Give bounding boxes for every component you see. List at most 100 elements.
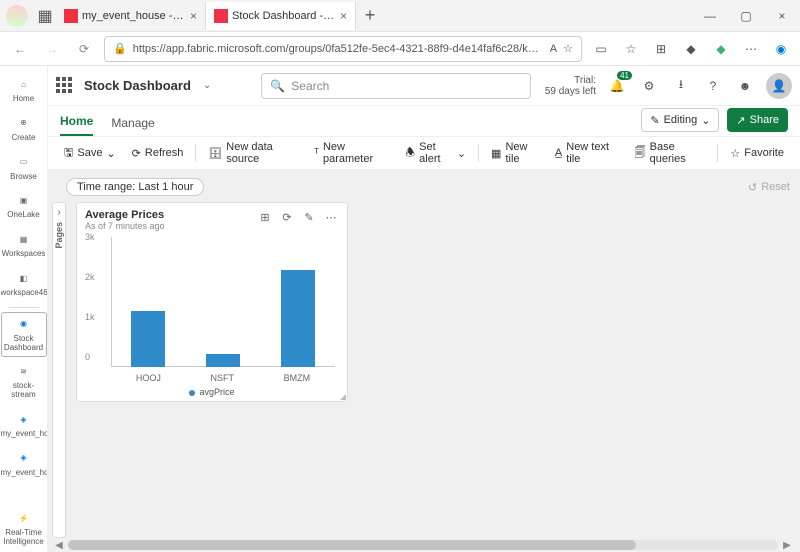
- share-icon: ↗: [736, 114, 745, 127]
- tab-home[interactable]: Home: [60, 114, 93, 136]
- scroll-right-icon[interactable]: ▶: [780, 540, 794, 551]
- browser-tab[interactable]: my_event_house - Real-Time Inte ×: [56, 2, 206, 30]
- bolt-icon: ⚡: [16, 511, 32, 527]
- favorite-button[interactable]: ☆Favorite: [724, 140, 790, 166]
- favorite-star-icon[interactable]: ☆: [563, 42, 573, 55]
- time-range-picker[interactable]: Time range: Last 1 hour: [66, 178, 204, 196]
- notifications-icon[interactable]: 🔔41: [606, 75, 628, 97]
- dashboard-grid[interactable]: Average Prices As of 7 minutes ago ⊞ ⟳ ✎…: [72, 202, 794, 538]
- nav-current-workspace[interactable]: ◧workspace46360677: [1, 266, 47, 303]
- nav-browse[interactable]: ▭Browse: [1, 150, 47, 187]
- nav-eventhouse-2[interactable]: ◈my_event_house: [1, 446, 47, 483]
- settings-gear-icon[interactable]: ⚙: [638, 75, 660, 97]
- profile-avatar[interactable]: [6, 5, 28, 27]
- refresh-icon[interactable]: ⟳: [72, 37, 96, 61]
- scroll-left-icon[interactable]: ◀: [52, 540, 66, 551]
- tab-manage[interactable]: Manage: [111, 116, 154, 136]
- explore-icon[interactable]: ⊞: [257, 209, 273, 225]
- copilot-icon[interactable]: ◉: [770, 38, 792, 60]
- extension-icon[interactable]: ◆: [710, 38, 732, 60]
- eventhouse-icon: ◈: [16, 451, 32, 467]
- command-bar: 🖫Save⌄ ⟳Refresh 🗄New data source ᵀNew pa…: [48, 136, 800, 170]
- bar-hooj[interactable]: [131, 311, 165, 367]
- new-tile-button[interactable]: ▦New tile: [485, 140, 545, 166]
- download-icon[interactable]: ⭳: [670, 75, 692, 97]
- forward-icon: →: [40, 37, 64, 61]
- home-icon: ⌂: [16, 77, 32, 93]
- ytick: 3k: [85, 232, 95, 242]
- browser-tab-active[interactable]: Stock Dashboard - Real-Time Inte ×: [206, 2, 356, 30]
- horizontal-scrollbar[interactable]: ◀ ▶: [52, 538, 794, 552]
- collections-icon[interactable]: ⊞: [650, 38, 672, 60]
- nav-stock-dashboard[interactable]: ◉Stock Dashboard: [1, 312, 47, 358]
- save-button[interactable]: 🖫Save⌄: [58, 140, 122, 166]
- pencil-icon: ✎: [650, 114, 659, 127]
- more-icon[interactable]: ⋯: [740, 38, 762, 60]
- window-close-icon[interactable]: ×: [764, 0, 800, 32]
- nav-workspaces[interactable]: ▦Workspaces: [1, 227, 47, 264]
- pages-panel-toggle[interactable]: › Pages: [52, 202, 66, 538]
- bar-bmzm[interactable]: [281, 270, 315, 368]
- tile-more-icon[interactable]: ⋯: [323, 209, 339, 225]
- new-text-tile-button[interactable]: A̲New text tile: [549, 140, 625, 166]
- favorites-icon[interactable]: ☆: [620, 38, 642, 60]
- stream-icon: ≋: [16, 364, 32, 380]
- search-input[interactable]: 🔍 Search: [261, 73, 531, 99]
- tab-title: my_event_house - Real-Time Inte: [82, 10, 186, 22]
- refresh-icon: ⟳: [132, 147, 141, 160]
- new-data-source-button[interactable]: 🗄New data source: [202, 140, 304, 166]
- tile-refresh-icon[interactable]: ⟳: [279, 209, 295, 225]
- tile-edit-icon[interactable]: ✎: [301, 209, 317, 225]
- nav-create[interactable]: ⊕Create: [1, 111, 47, 148]
- url-text: https://app.fabric.microsoft.com/groups/…: [133, 43, 544, 55]
- read-aloud-icon[interactable]: A: [550, 43, 557, 55]
- tab-actions-icon[interactable]: ▦: [34, 5, 56, 27]
- extension-icon[interactable]: ◆: [680, 38, 702, 60]
- tabs-overview-icon[interactable]: ▭: [590, 38, 612, 60]
- tile-header: Average Prices As of 7 minutes ago ⊞ ⟳ ✎…: [85, 209, 339, 231]
- favicon-icon: [64, 9, 78, 23]
- ytick: 2k: [85, 272, 95, 282]
- nav-eventhouse-1[interactable]: ◈my_event_house: [1, 407, 47, 444]
- new-parameter-button[interactable]: ᵀNew parameter: [308, 140, 395, 166]
- nav-stockstream[interactable]: ≋stock-stream: [1, 359, 47, 405]
- base-queries-button[interactable]: 🗐Base queries: [629, 140, 712, 166]
- editing-mode-button[interactable]: ✎Editing⌄: [641, 108, 719, 132]
- browser-titlebar: ▦ my_event_house - Real-Time Inte × Stoc…: [0, 0, 800, 32]
- app-header: Stock Dashboard ⌄ 🔍 Search Trial:59 days…: [48, 66, 800, 106]
- tile-average-prices[interactable]: Average Prices As of 7 minutes ago ⊞ ⟳ ✎…: [76, 202, 348, 402]
- tab-title: Stock Dashboard - Real-Time Inte: [232, 10, 336, 22]
- app-launcher-icon[interactable]: [56, 77, 74, 95]
- set-alert-button[interactable]: 🕭Set alert⌄: [399, 140, 472, 166]
- reset-button[interactable]: ↺Reset: [748, 181, 790, 194]
- favicon-icon: [214, 9, 228, 23]
- scroll-track[interactable]: [68, 540, 778, 550]
- bar-nsft[interactable]: [206, 354, 240, 367]
- lock-icon: 🔒: [113, 42, 127, 55]
- new-tab-button[interactable]: +: [356, 5, 384, 26]
- scroll-thumb[interactable]: [68, 540, 636, 550]
- nav-realtime-intelligence[interactable]: ⚡Real-Time Intelligence: [1, 506, 47, 552]
- window-maximize-icon[interactable]: ▢: [728, 0, 764, 32]
- nav-home[interactable]: ⌂Home: [1, 72, 47, 109]
- separator: [717, 144, 718, 162]
- user-avatar[interactable]: 👤: [766, 73, 792, 99]
- back-icon[interactable]: ←: [8, 37, 32, 61]
- chevron-down-icon: ⌄: [457, 147, 466, 160]
- xlabel: HOOJ: [136, 373, 161, 383]
- share-button[interactable]: ↗Share: [727, 108, 788, 132]
- refresh-button[interactable]: ⟳Refresh: [126, 140, 190, 166]
- trial-status[interactable]: Trial:59 days left: [545, 75, 596, 97]
- feedback-icon[interactable]: ☻: [734, 75, 756, 97]
- pages-label: Pages: [54, 222, 64, 249]
- chevron-down-icon[interactable]: ⌄: [203, 80, 211, 91]
- chart-legend: avgPrice: [85, 387, 339, 397]
- ytick: 0: [85, 352, 90, 362]
- url-input[interactable]: 🔒 https://app.fabric.microsoft.com/group…: [104, 36, 582, 62]
- help-icon[interactable]: ?: [702, 75, 724, 97]
- nav-onelake[interactable]: ▣OneLake: [1, 188, 47, 225]
- window-minimize-icon[interactable]: —: [692, 0, 728, 32]
- close-icon[interactable]: ×: [190, 9, 197, 23]
- resize-handle[interactable]: [338, 392, 346, 400]
- close-icon[interactable]: ×: [340, 9, 347, 23]
